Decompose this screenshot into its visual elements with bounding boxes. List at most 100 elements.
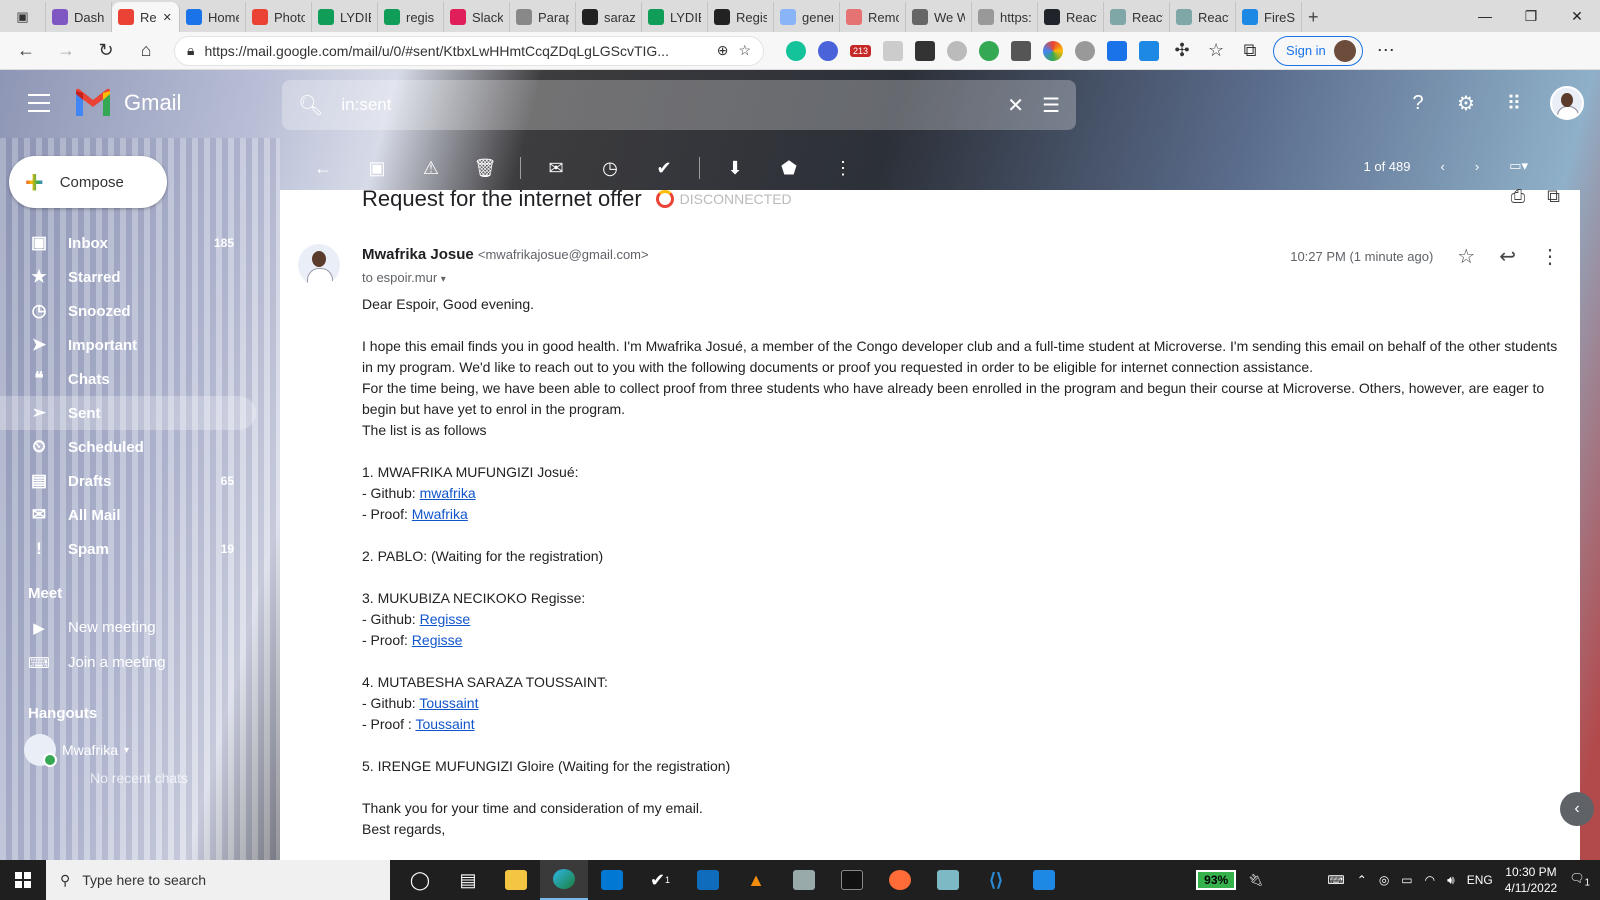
start-button[interactable]: [0, 860, 46, 900]
snooze-icon[interactable]: ◷: [583, 158, 637, 179]
main-menu-icon[interactable]: [28, 94, 50, 112]
apps-grid-icon[interactable]: ⠿: [1502, 91, 1526, 116]
video-app-icon[interactable]: [1020, 860, 1068, 900]
sidebar-item-starred[interactable]: ★ Starred: [0, 260, 256, 294]
label-icon[interactable]: ⬟: [762, 158, 816, 179]
clear-search-icon[interactable]: ✕: [1007, 93, 1024, 118]
browser-tab[interactable]: regis: [378, 2, 444, 32]
input-tools-icon[interactable]: ▭▾: [1509, 158, 1528, 174]
add-task-icon[interactable]: ✔: [637, 158, 691, 179]
cortana-icon[interactable]: ◯: [396, 860, 444, 900]
notifications-icon[interactable]: 🗨︎1: [1569, 871, 1590, 888]
battery-icon[interactable]: ▭: [1401, 873, 1412, 887]
browser-menu-icon[interactable]: ⋯: [1375, 35, 1397, 67]
store-app-icon[interactable]: [684, 860, 732, 900]
browser-tab[interactable]: https:: [972, 2, 1038, 32]
extension-icon[interactable]: [883, 40, 904, 61]
archive-icon[interactable]: ▣: [350, 158, 404, 179]
open-new-window-icon[interactable]: ⧉: [1547, 186, 1560, 207]
github-link[interactable]: Toussaint: [419, 695, 478, 711]
restore-icon[interactable]: ❐: [1508, 0, 1554, 32]
reply-icon[interactable]: ↩: [1499, 244, 1516, 269]
keyboard-icon[interactable]: ⌨: [1327, 873, 1344, 887]
browser-tab[interactable]: React: [1038, 2, 1104, 32]
more-options-icon[interactable]: ⋮: [1540, 244, 1560, 269]
extensions-puzzle-icon[interactable]: ✣: [1171, 35, 1193, 67]
app-icon[interactable]: [780, 860, 828, 900]
tab-actions-menu[interactable]: ▣: [0, 2, 46, 32]
app-icon[interactable]: [924, 860, 972, 900]
browser-tab[interactable]: saraz: [576, 2, 642, 32]
browser-tab[interactable]: Regis: [708, 2, 774, 32]
meet-item-join-a-meeting[interactable]: ⌨ Join a meeting: [0, 645, 256, 680]
sign-in-button[interactable]: Sign in: [1273, 35, 1363, 66]
search-options-icon[interactable]: ☰: [1042, 93, 1060, 118]
browser-tab[interactable]: LYDIE: [642, 2, 708, 32]
proof-link[interactable]: Regisse: [412, 632, 463, 648]
mark-unread-icon[interactable]: ✉: [529, 158, 583, 179]
minimize-icon[interactable]: —: [1462, 0, 1508, 32]
sidebar-item-spam[interactable]: ! Spam 19: [0, 532, 256, 566]
wifi-icon[interactable]: ◠: [1425, 873, 1435, 887]
extension-icon[interactable]: [1075, 40, 1096, 61]
edge-browser-icon[interactable]: [540, 860, 588, 900]
browser-tab[interactable]: gener: [774, 2, 840, 32]
compose-button[interactable]: + Compose: [9, 156, 167, 208]
move-to-icon[interactable]: ⬇: [708, 158, 762, 179]
settings-gear-icon[interactable]: ⚙: [1454, 91, 1478, 116]
browser-tab[interactable]: Home: [180, 2, 246, 32]
task-view-icon[interactable]: ▤: [444, 860, 492, 900]
postman-icon[interactable]: [876, 860, 924, 900]
vlc-icon[interactable]: ▲: [732, 860, 780, 900]
favorites-icon[interactable]: ☆: [1205, 35, 1227, 67]
meet-item-new-meeting[interactable]: ▶ New meeting: [0, 610, 256, 645]
close-window-icon[interactable]: ✕: [1554, 0, 1600, 32]
search-icon[interactable]: 🔍︎: [298, 93, 323, 118]
account-avatar[interactable]: [1550, 86, 1584, 120]
sidebar-item-drafts[interactable]: ▤ Drafts 65: [0, 464, 256, 498]
snowflake-extension-icon[interactable]: [818, 40, 838, 61]
extension-icon[interactable]: [1011, 40, 1032, 61]
browser-tab[interactable]: React: [1104, 2, 1170, 32]
older-chevron-icon[interactable]: ›: [1475, 159, 1479, 174]
report-spam-icon[interactable]: ⚠: [404, 158, 458, 179]
taskbar-search[interactable]: ⚲ Type here to search: [46, 860, 390, 900]
recipient-line[interactable]: to espoir.mur ▾: [362, 270, 446, 285]
github-link[interactable]: Regisse: [420, 611, 471, 627]
tray-expand-icon[interactable]: ⌃: [1357, 873, 1367, 887]
zoom-icon[interactable]: ⊕: [717, 42, 729, 59]
browser-tab[interactable]: Remo: [840, 2, 906, 32]
browser-tab[interactable]: React: [1170, 2, 1236, 32]
extension-icon[interactable]: [915, 40, 936, 61]
language-indicator[interactable]: ENG: [1467, 873, 1493, 887]
back-to-list-icon[interactable]: ←: [296, 158, 350, 179]
extension-badge[interactable]: 213: [850, 44, 872, 57]
browser-tab[interactable]: Photo: [246, 2, 312, 32]
search-input[interactable]: in:sent: [341, 95, 989, 115]
browser-tab[interactable]: FireSh: [1236, 2, 1302, 32]
sidebar-item-scheduled[interactable]: ⏲ Scheduled: [0, 430, 256, 464]
extension-icon[interactable]: [979, 40, 1000, 61]
volume-icon[interactable]: 🔊︎: [1447, 873, 1455, 888]
todo-app-icon[interactable]: ✔ 1: [636, 860, 684, 900]
github-link[interactable]: mwafrika: [420, 485, 476, 501]
hangouts-user[interactable]: Mwafrika ▾: [0, 730, 256, 770]
newer-chevron-icon[interactable]: ‹: [1441, 159, 1445, 174]
side-panel-toggle-icon[interactable]: ‹: [1560, 792, 1594, 826]
camera-icon[interactable]: ◎: [1379, 873, 1389, 887]
delete-icon[interactable]: 🗑︎: [458, 158, 512, 179]
sidebar-item-inbox[interactable]: ▣ Inbox 185: [0, 226, 256, 260]
battery-indicator[interactable]: 93%: [1196, 870, 1237, 890]
sidebar-item-chats[interactable]: ❝ Chats: [0, 362, 256, 396]
more-actions-icon[interactable]: ⋮: [816, 158, 870, 179]
browser-tab[interactable]: Re ✕: [112, 2, 180, 32]
mail-search-bar[interactable]: 🔍︎ in:sent ✕ ☰: [282, 80, 1076, 130]
print-icon[interactable]: ⎙: [1511, 186, 1525, 207]
gmail-logo[interactable]: Gmail: [74, 88, 181, 118]
proof-link[interactable]: Toussaint: [415, 716, 474, 732]
sidebar-item-all-mail[interactable]: ✉ All Mail: [0, 498, 256, 532]
collections-icon[interactable]: ⧉: [1239, 35, 1261, 67]
chevron-down-icon[interactable]: ▾: [124, 745, 129, 756]
url-field[interactable]: 🔒︎ https://mail.google.com/mail/u/0/#sen…: [174, 35, 764, 66]
vscode-icon[interactable]: ⟨⟩: [972, 860, 1020, 900]
